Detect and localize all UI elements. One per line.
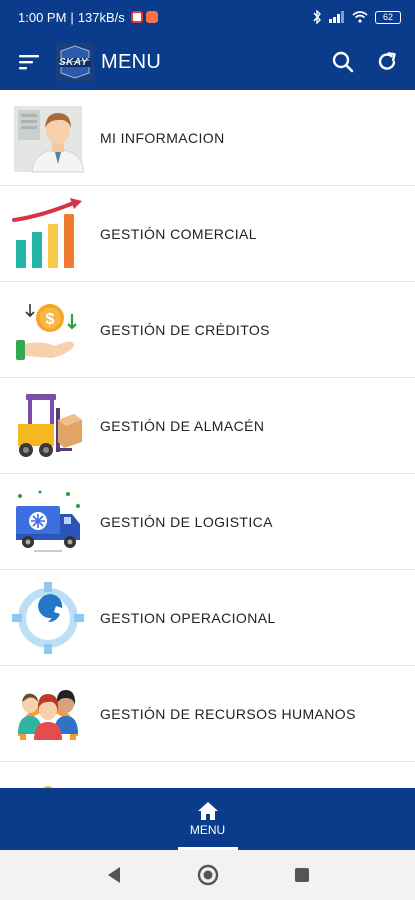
status-time: 1:00 PM — [18, 9, 67, 25]
menu-item-label: GESTION OPERACIONAL — [100, 609, 276, 626]
menu-item-label: GESTIÓN DE RECURSOS HUMANOS — [100, 705, 356, 722]
menu-item-gestion-de-creditos[interactable]: $ GESTIÓN DE CRÉDITOS — [0, 282, 415, 378]
app-bar: SKAY MENU — [0, 34, 415, 90]
menu-item-label: GESTIÓN DE ALMACÉN — [100, 417, 265, 434]
profile-icon — [14, 105, 84, 172]
menu-item-label: MI INFORMACION — [100, 129, 225, 146]
menu-item-gestion-de-recursos-humanos[interactable]: GESTIÓN DE RECURSOS HUMANOS — [0, 666, 415, 762]
forklift-icon — [18, 393, 82, 457]
search-icon — [332, 51, 354, 73]
refresh-button[interactable] — [365, 34, 409, 90]
home-circle-icon — [197, 864, 218, 886]
status-bar: 1:00 PM | 137kB/s 62 — [0, 0, 415, 34]
partial-item-icon — [43, 786, 53, 788]
logo-text: SKAY — [59, 57, 89, 68]
home-button[interactable] — [196, 863, 220, 887]
home-icon — [197, 802, 218, 820]
status-speed: 137kB/s — [77, 9, 125, 25]
nav-item-menu[interactable]: MENU — [177, 788, 238, 850]
bottom-nav: MENU — [0, 788, 415, 850]
menu-item-gestion-comercial[interactable]: GESTIÓN COMERCIAL — [0, 186, 415, 282]
wrench-gear-icon — [12, 581, 84, 654]
menu-item-label: GESTIÓN DE CRÉDITOS — [100, 321, 270, 338]
app-notification-icon — [145, 11, 158, 23]
menu-item-gestion-de-almacen[interactable]: GESTIÓN DE ALMACÉN — [0, 378, 415, 474]
bluetooth-icon — [313, 10, 321, 24]
svg-text:$: $ — [46, 311, 55, 328]
recents-square-icon — [294, 868, 309, 882]
menu-list: MI INFORMACION GESTIÓN COMERCIAL $ GESTI… — [0, 90, 415, 788]
bar-chart-icon — [12, 197, 82, 268]
status-separator: | — [70, 9, 74, 25]
recents-button[interactable] — [290, 863, 314, 887]
signal-icon — [329, 11, 344, 23]
menu-item-gestion-operacional[interactable]: GESTION OPERACIONAL — [0, 570, 415, 666]
menu-item-mi-informacion[interactable]: MI INFORMACION — [0, 90, 415, 186]
battery-level: 62 — [382, 12, 393, 22]
back-triangle-icon — [107, 867, 120, 883]
search-button[interactable] — [321, 34, 365, 90]
nav-item-label: MENU — [189, 823, 226, 837]
app-logo: SKAY — [56, 43, 94, 81]
money-hand-icon: $ — [16, 303, 77, 360]
menu-item-partial[interactable] — [0, 762, 415, 788]
menu-toggle-button[interactable] — [0, 34, 58, 90]
menu-item-gestion-de-logistica[interactable]: GESTIÓN DE LOGISTICA — [0, 474, 415, 570]
truck-icon — [16, 490, 80, 552]
mail-notification-icon — [130, 11, 143, 23]
refresh-icon — [378, 52, 396, 70]
page-title: MENU — [101, 50, 162, 73]
team-icon — [18, 689, 78, 740]
battery-icon: 62 — [375, 10, 401, 24]
wifi-icon — [352, 11, 368, 23]
sort-menu-icon — [19, 55, 39, 70]
system-nav-bar — [0, 850, 415, 900]
menu-item-label: GESTIÓN COMERCIAL — [100, 225, 257, 242]
back-button[interactable] — [102, 863, 126, 887]
menu-item-label: GESTIÓN DE LOGISTICA — [100, 513, 273, 530]
